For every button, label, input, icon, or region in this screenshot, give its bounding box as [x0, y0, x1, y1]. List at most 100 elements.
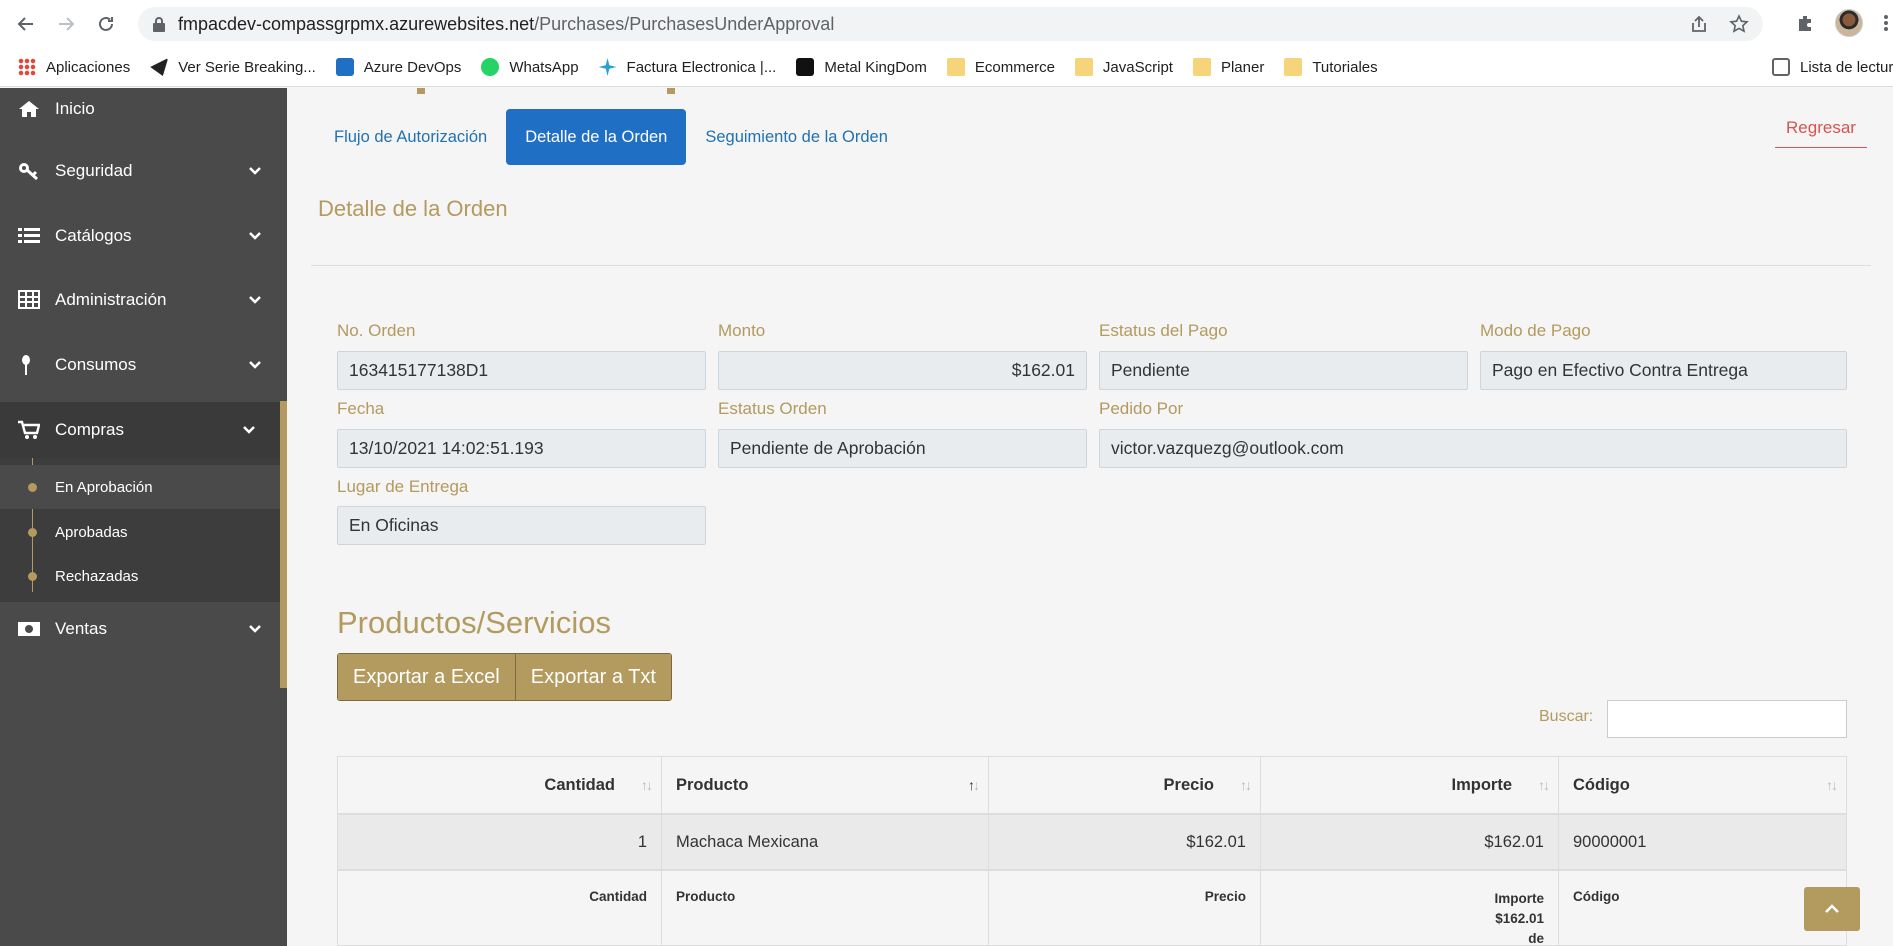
bookmark-metal-kingdom[interactable]: Metal KingDom: [796, 58, 927, 76]
extensions-icon[interactable]: [1795, 13, 1815, 33]
table-footer-row: Cantidad Producto Precio Importe $162.01…: [337, 870, 1847, 946]
estatus-pago-label: Estatus del Pago: [1099, 321, 1228, 340]
browser-toolbar: fmpacdev-compassgrpmx.azurewebsites.net/…: [0, 0, 1893, 48]
page-title-remnant: [417, 88, 425, 94]
reading-list[interactable]: Lista de lectur: [1772, 58, 1893, 76]
address-bar[interactable]: fmpacdev-compassgrpmx.azurewebsites.net/…: [138, 7, 1763, 41]
bookmark-azure-devops[interactable]: Azure DevOps: [335, 58, 461, 76]
sidebar-item-seguridad[interactable]: Seguridad: [0, 139, 287, 203]
reload-icon[interactable]: [86, 4, 126, 44]
pedido-por-label: Pedido Por: [1099, 399, 1184, 418]
sidebar-subitem-rechazadas[interactable]: Rechazadas: [0, 554, 280, 598]
tab-detalle-orden[interactable]: Detalle de la Orden: [506, 109, 687, 165]
estatus-orden-label: Estatus Orden: [718, 399, 827, 418]
cell-cantidad: 1: [337, 814, 662, 870]
footer-cantidad: Cantidad: [337, 870, 662, 946]
bookmark-planer[interactable]: Planer: [1192, 58, 1264, 76]
sidebar-item-inicio[interactable]: Inicio: [0, 77, 287, 141]
footer-importe: Importe $162.01 de: [1261, 870, 1559, 946]
list-icon: [18, 228, 40, 243]
chevron-down-icon: [249, 232, 261, 240]
money-icon: [18, 622, 40, 636]
chevron-down-icon: [249, 296, 261, 304]
sidebar-item-administracion[interactable]: Administración: [0, 268, 287, 332]
reading-list-icon: [1772, 58, 1790, 76]
sidebar-subitem-en-aprobacion[interactable]: En Aprobación: [0, 465, 280, 509]
col-precio[interactable]: Precio ↑↓: [989, 756, 1261, 814]
apps-grid-icon: [18, 58, 36, 76]
col-producto[interactable]: Producto ↑↓: [662, 756, 989, 814]
table-icon: [18, 290, 40, 309]
footer-producto: Producto: [662, 870, 989, 946]
whatsapp-icon: [481, 58, 500, 76]
pedido-por-field: victor.vazquezg@outlook.com: [1099, 429, 1847, 468]
back-arrow-icon[interactable]: [6, 4, 46, 44]
no-orden-label: No. Orden: [337, 321, 416, 340]
page-title-remnant: [667, 88, 675, 94]
sidebar-item-catalogos[interactable]: Catálogos: [0, 204, 287, 268]
footer-precio: Precio: [989, 870, 1261, 946]
chevron-down-icon: [249, 167, 261, 175]
estatus-orden-field: Pendiente de Aprobación: [718, 429, 1087, 468]
chevron-down-icon: [249, 625, 261, 633]
sidebar-item-consumos[interactable]: Consumos: [0, 333, 287, 397]
azure-devops-icon: [335, 58, 354, 76]
metal-kingdom-icon: [796, 58, 815, 76]
chevron-down-icon: [243, 426, 255, 434]
bookmark-ecommerce[interactable]: Ecommerce: [946, 58, 1055, 76]
factura-icon: [598, 58, 617, 76]
search-label: Buscar:: [1539, 708, 1594, 725]
export-excel-button[interactable]: Exportar a Excel: [338, 654, 515, 700]
export-txt-button[interactable]: Exportar a Txt: [514, 654, 671, 700]
search-input[interactable]: [1607, 700, 1847, 738]
sort-asc-icon: ↑↓: [968, 777, 980, 793]
star-icon[interactable]: [1729, 14, 1749, 34]
lock-icon: [153, 17, 165, 32]
menu-dots-icon[interactable]: [1883, 13, 1889, 33]
share-icon[interactable]: [1689, 14, 1709, 34]
export-buttons: Exportar a Excel Exportar a Txt: [337, 653, 672, 701]
folder-icon: [946, 58, 965, 76]
no-orden-field: 163415177138D1: [337, 351, 706, 390]
bookmark-factura[interactable]: Factura Electronica |...: [598, 58, 776, 76]
folder-icon: [1074, 58, 1093, 76]
order-tabs: Flujo de Autorización Detalle de la Orde…: [315, 109, 907, 165]
monto-field: $162.01: [718, 351, 1087, 390]
fecha-field: 13/10/2021 14:02:51.193: [337, 429, 706, 468]
sidebar-subitem-aprobadas[interactable]: Aprobadas: [0, 510, 280, 554]
bookmark-tutoriales[interactable]: Tutoriales: [1284, 58, 1378, 76]
bullet-icon: [28, 571, 37, 581]
col-importe[interactable]: Importe ↑↓: [1261, 756, 1559, 814]
tab-flujo-autorizacion[interactable]: Flujo de Autorización: [315, 109, 506, 165]
cell-precio: $162.01: [989, 814, 1261, 870]
col-codigo[interactable]: Código ↑↓: [1559, 756, 1847, 814]
table-row[interactable]: 1 Machaca Mexicana $162.01 $162.01 90000…: [337, 814, 1847, 870]
key-icon: [19, 163, 39, 181]
bookmark-whatsapp[interactable]: WhatsApp: [481, 58, 579, 76]
bullet-icon: [28, 527, 37, 537]
modo-pago-field: Pago en Efectivo Contra Entrega: [1480, 351, 1847, 390]
regresar-button[interactable]: Regresar: [1775, 108, 1867, 148]
sidebar-item-ventas[interactable]: Ventas: [0, 597, 287, 661]
products-title: Productos/Servicios: [337, 605, 611, 640]
bookmark-javascript[interactable]: JavaScript: [1074, 58, 1173, 76]
url-text: fmpacdev-compassgrpmx.azurewebsites.net/…: [178, 13, 835, 34]
folder-icon: [1192, 58, 1211, 76]
monto-label: Monto: [718, 321, 766, 340]
spoon-icon: [22, 355, 30, 375]
chevron-up-icon: [1825, 904, 1839, 913]
forward-arrow-icon[interactable]: [46, 4, 86, 44]
cell-codigo: 90000001: [1559, 814, 1847, 870]
bookmark-aplicaciones[interactable]: Aplicaciones: [18, 58, 130, 76]
avatar[interactable]: [1835, 9, 1863, 37]
sidebar-item-compras[interactable]: Compras: [0, 402, 287, 458]
chevron-down-icon: [249, 361, 261, 369]
col-cantidad[interactable]: Cantidad ↑↓: [337, 756, 662, 814]
fecha-label: Fecha: [337, 399, 385, 418]
lugar-entrega-field: En Oficinas: [337, 506, 706, 545]
scroll-to-top-button[interactable]: [1804, 887, 1860, 931]
folder-icon: [1284, 58, 1303, 76]
section-title: Detalle de la Orden: [318, 196, 508, 221]
bookmark-breaking[interactable]: Ver Serie Breaking...: [150, 58, 316, 76]
tab-seguimiento-orden[interactable]: Seguimiento de la Orden: [686, 109, 907, 165]
